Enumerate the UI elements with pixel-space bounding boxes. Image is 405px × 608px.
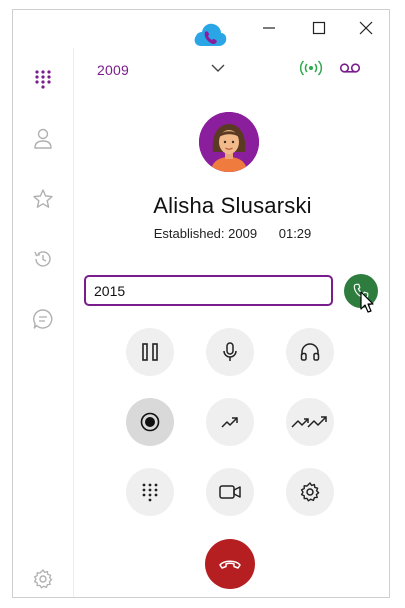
end-call-icon (219, 560, 241, 569)
sidebar-item-favorites[interactable] (31, 187, 55, 211)
attended-transfer-button[interactable] (286, 398, 334, 446)
transfer-arrow-icon (221, 417, 238, 428)
double-arrow-icon (291, 416, 327, 428)
history-icon (34, 251, 51, 267)
sidebar (13, 48, 74, 597)
keypad-button[interactable] (126, 468, 174, 516)
video-camera-icon (219, 485, 241, 499)
call-settings-button[interactable] (286, 468, 334, 516)
call-duration: 01:29 (278, 226, 312, 241)
gear-icon (300, 482, 320, 502)
app-logo-icon (192, 20, 228, 50)
phone-icon (353, 283, 369, 299)
sidebar-item-chat[interactable] (31, 307, 55, 331)
caller-name: Alisha Slusarski (153, 193, 312, 218)
transfer-button[interactable] (206, 398, 254, 446)
video-button[interactable] (206, 468, 254, 516)
signal-icon (299, 58, 323, 78)
call-status: Established: 2009 01:29 (74, 226, 389, 241)
sidebar-item-contacts[interactable] (31, 127, 55, 151)
pause-icon (142, 343, 158, 361)
gear-icon (33, 569, 53, 589)
record-icon (140, 412, 160, 432)
mute-button[interactable] (206, 328, 254, 376)
maximize-icon[interactable] (307, 16, 331, 40)
softphone-window: 2009 Alisha Slusarski Established: 2009 … (12, 9, 390, 598)
headphones-icon (300, 343, 320, 361)
dial-number-input[interactable] (84, 275, 333, 306)
sidebar-item-history[interactable] (31, 247, 55, 271)
voicemail-icon[interactable] (339, 60, 361, 76)
minimize-icon[interactable] (257, 16, 281, 40)
line-number: 2009 (97, 62, 129, 78)
audio-device-button[interactable] (286, 328, 334, 376)
chevron-down-icon[interactable] (210, 60, 226, 76)
call-button[interactable] (344, 274, 378, 308)
title-bar (13, 10, 389, 48)
call-status-text: Established: 2009 (153, 226, 258, 241)
hangup-button[interactable] (205, 539, 255, 589)
microphone-icon (223, 342, 237, 361)
hold-button[interactable] (126, 328, 174, 376)
dialpad-icon (142, 483, 158, 502)
star-icon (33, 189, 53, 208)
dialpad-icon (35, 70, 51, 89)
sidebar-item-dialpad[interactable] (31, 67, 55, 91)
close-icon[interactable] (354, 16, 378, 40)
avatar (199, 112, 259, 172)
record-button[interactable] (126, 398, 174, 446)
chat-icon (33, 309, 53, 329)
person-icon (34, 128, 52, 149)
line-selector[interactable]: 2009 (97, 60, 129, 80)
sidebar-settings[interactable] (31, 567, 55, 591)
